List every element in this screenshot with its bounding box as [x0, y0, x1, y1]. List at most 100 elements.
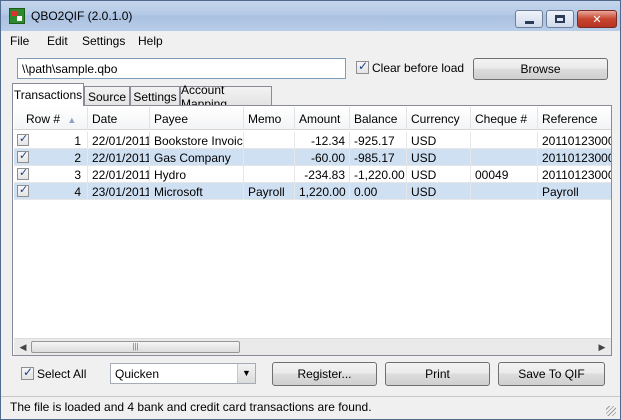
save-to-qif-button[interactable]: Save To QIF — [498, 362, 605, 386]
checkmark-icon: ✓ — [19, 133, 29, 145]
scroll-left-icon[interactable]: ◀ — [16, 341, 30, 354]
tab-settings[interactable]: Settings — [130, 86, 180, 106]
register-button[interactable]: Register... — [272, 362, 377, 386]
column-header-memo[interactable]: Memo — [244, 107, 295, 130]
print-button[interactable]: Print — [385, 362, 490, 386]
payee-cell: Bookstore Invoice — [150, 132, 244, 149]
checkmark-icon: ✓ — [358, 59, 369, 73]
row-checkbox[interactable]: ✓ — [17, 133, 29, 146]
table-row[interactable]: ✓ 1 22/01/2011 Bookstore Invoice -12.34 … — [14, 132, 611, 149]
close-button[interactable]: ✕ — [577, 10, 617, 28]
status-bar: The file is loaded and 4 bank and credit… — [1, 396, 620, 419]
output-format-value: Quicken — [115, 367, 160, 381]
memo-cell — [244, 149, 295, 166]
table-row[interactable]: ✓ 4 23/01/2011 Microsoft Payroll 1,220.0… — [14, 183, 611, 200]
minimize-button[interactable] — [515, 10, 543, 28]
row-number-cell: ✓ 1 — [14, 132, 88, 149]
scrollbar-thumb[interactable]: ||| — [31, 341, 240, 353]
minimize-icon — [524, 20, 534, 24]
column-header-cheque[interactable]: Cheque # — [471, 107, 538, 130]
scroll-right-icon[interactable]: ▶ — [595, 341, 609, 354]
clear-before-load-label: Clear before load — [372, 61, 465, 75]
column-header-currency[interactable]: Currency — [407, 107, 471, 130]
balance-cell: -1,220.00 — [350, 166, 407, 183]
app-window: QBO2QIF (2.0.1.0) ✕ File Edit Settings H… — [0, 0, 621, 420]
menu-bar: File Edit Settings Help — [1, 31, 620, 51]
date-cell: 22/01/2011 — [88, 132, 150, 149]
memo-cell — [244, 132, 295, 149]
cheque-cell — [471, 132, 538, 149]
currency-cell: USD — [407, 166, 471, 183]
currency-cell: USD — [407, 183, 471, 200]
column-header-payee[interactable]: Payee — [150, 107, 244, 130]
transactions-panel: Row # ▲ Date Payee Memo Amount Balance C… — [12, 105, 612, 356]
column-header-date[interactable]: Date — [88, 107, 150, 130]
menu-edit[interactable]: Edit — [47, 34, 68, 48]
tab-transactions[interactable]: Transactions — [12, 83, 84, 106]
balance-cell: -985.17 — [350, 149, 407, 166]
amount-cell: -234.83 — [295, 166, 350, 183]
memo-cell — [244, 166, 295, 183]
row-checkbox[interactable]: ✓ — [17, 150, 29, 163]
grid-header: Row # ▲ Date Payee Memo Amount Balance C… — [14, 107, 611, 130]
payee-cell: Hydro — [150, 166, 244, 183]
checkmark-icon: ✓ — [23, 365, 34, 379]
row-checkbox[interactable]: ✓ — [17, 184, 29, 197]
file-path-input[interactable] — [17, 58, 346, 79]
horizontal-scrollbar[interactable]: ◀ ||| ▶ — [14, 338, 611, 355]
cheque-cell — [471, 183, 538, 200]
row-number-cell: ✓ 3 — [14, 166, 88, 183]
row-number: 2 — [74, 151, 81, 165]
row-number: 1 — [74, 134, 81, 148]
date-cell: 22/01/2011 — [88, 149, 150, 166]
app-logo-icon — [9, 8, 25, 24]
clear-before-load-checkbox[interactable]: ✓ — [356, 59, 369, 74]
menu-help[interactable]: Help — [138, 34, 163, 48]
table-row[interactable]: ✓ 3 22/01/2011 Hydro -234.83 -1,220.00 U… — [14, 166, 611, 183]
resize-grip-icon[interactable] — [606, 406, 616, 416]
reference-cell: 20110123000000 — [538, 149, 611, 166]
close-icon: ✕ — [592, 13, 602, 26]
amount-cell: 1,220.00 — [295, 183, 350, 200]
date-cell: 22/01/2011 — [88, 166, 150, 183]
menu-settings[interactable]: Settings — [82, 34, 125, 48]
checkmark-icon: ✓ — [19, 184, 29, 196]
select-all-label: Select All — [37, 367, 87, 381]
payee-cell: Microsoft — [150, 183, 244, 200]
menu-file[interactable]: File — [10, 34, 29, 48]
window-title: QBO2QIF (2.0.1.0) — [31, 9, 133, 23]
select-all-checkbox[interactable]: ✓ — [21, 365, 34, 380]
transactions-grid[interactable]: Row # ▲ Date Payee Memo Amount Balance C… — [14, 107, 611, 336]
output-format-select[interactable]: Quicken ▼ — [110, 363, 256, 384]
currency-cell: USD — [407, 149, 471, 166]
column-header-balance[interactable]: Balance — [350, 107, 407, 130]
row-number: 3 — [74, 168, 81, 182]
table-row[interactable]: ✓ 2 22/01/2011 Gas Company -60.00 -985.1… — [14, 149, 611, 166]
reference-cell: Payroll — [538, 183, 611, 200]
row-number-cell: ✓ 2 — [14, 149, 88, 166]
checkmark-icon: ✓ — [19, 150, 29, 162]
tab-account-mapping[interactable]: Account Mapping — [180, 83, 272, 111]
title-bar[interactable]: QBO2QIF (2.0.1.0) ✕ — [1, 1, 620, 31]
checkmark-icon: ✓ — [19, 167, 29, 179]
date-cell: 23/01/2011 — [88, 183, 150, 200]
column-header-row[interactable]: Row # ▲ — [14, 107, 88, 130]
column-header-amount[interactable]: Amount — [295, 107, 350, 130]
row-checkbox[interactable]: ✓ — [17, 167, 29, 180]
reference-cell: 20110123000000 — [538, 166, 611, 183]
column-header-label: Row # — [26, 112, 61, 126]
column-header-reference[interactable]: Reference — [538, 107, 611, 130]
tab-source[interactable]: Source — [84, 86, 130, 106]
cheque-cell — [471, 149, 538, 166]
maximize-button[interactable] — [546, 10, 574, 28]
amount-cell: -60.00 — [295, 149, 350, 166]
row-number-cell: ✓ 4 — [14, 183, 88, 200]
payee-cell: Gas Company — [150, 149, 244, 166]
status-text: The file is loaded and 4 bank and credit… — [10, 400, 372, 414]
chevron-down-icon[interactable]: ▼ — [237, 364, 255, 383]
currency-cell: USD — [407, 132, 471, 149]
row-number: 4 — [74, 185, 81, 199]
reference-cell: 20110123000000 — [538, 132, 611, 149]
browse-button[interactable]: Browse — [473, 58, 608, 80]
cheque-cell: 00049 — [471, 166, 538, 183]
